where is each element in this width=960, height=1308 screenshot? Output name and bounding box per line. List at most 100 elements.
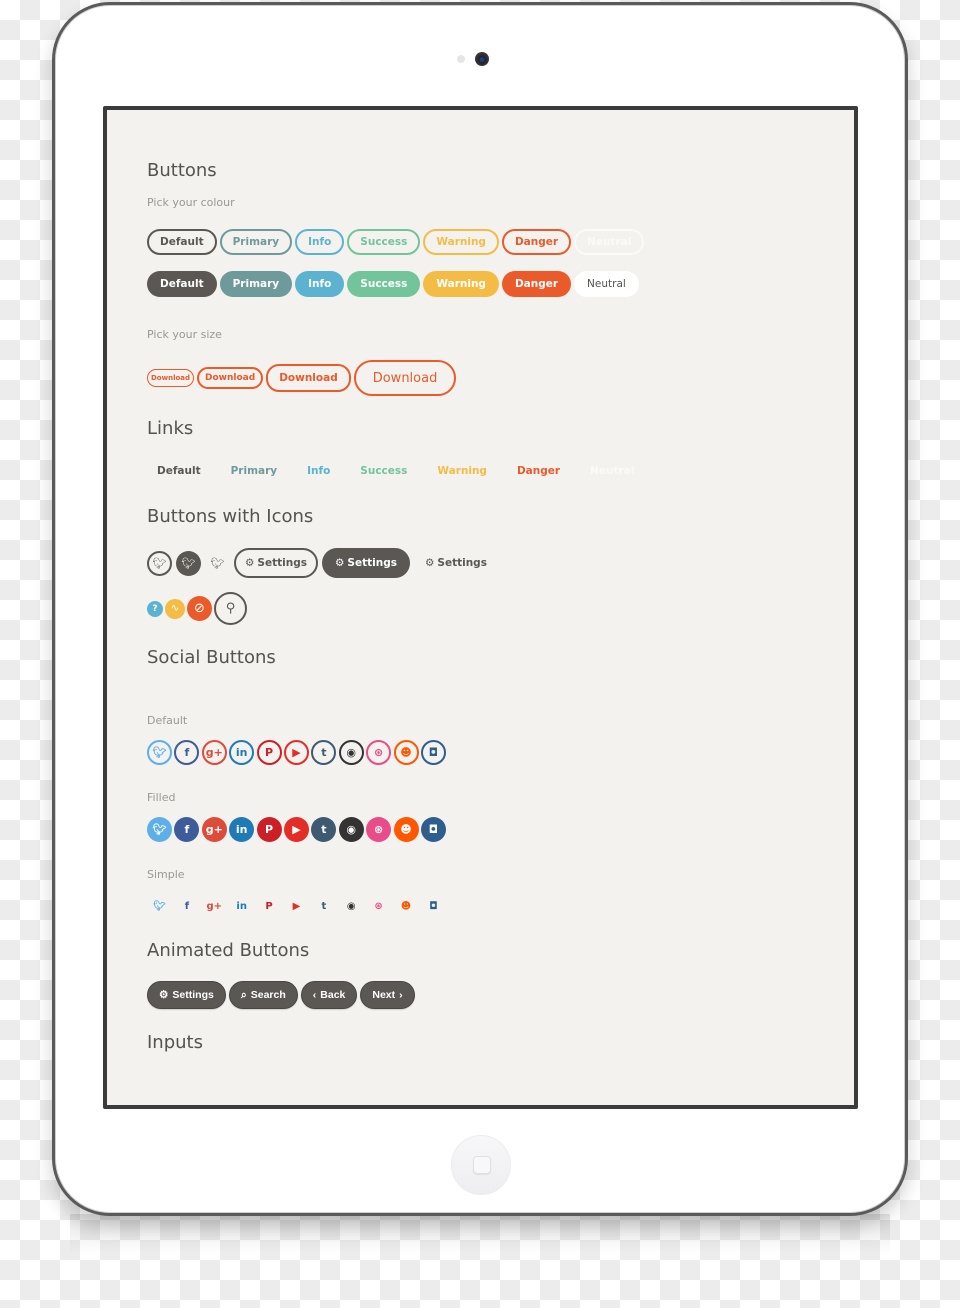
reddit-outline-button[interactable]: ☻	[393, 740, 419, 765]
pulse-button[interactable]: ∿	[165, 598, 185, 619]
link-neutral[interactable]: Neutral	[590, 465, 634, 477]
download-button-md[interactable]: Download	[266, 364, 351, 392]
twitter-plain-button[interactable]: 🐦︎	[205, 551, 230, 576]
section-title-links: Links	[147, 418, 194, 439]
google-plus-filled-button[interactable]: g+	[201, 817, 227, 842]
tumblr-filled-button[interactable]: t	[311, 817, 337, 842]
question-button[interactable]: ?	[147, 600, 163, 617]
danger-outline-button[interactable]: Danger	[501, 229, 572, 255]
facebook-simple-button[interactable]: f	[174, 898, 199, 914]
gear-icon: ⚙	[245, 557, 255, 569]
github-filled-button[interactable]: ◉	[338, 817, 364, 842]
chat-button[interactable]: ⚲	[214, 592, 247, 625]
youtube-outline-button[interactable]: ▶	[283, 740, 309, 765]
github-icon: ◉	[346, 900, 356, 912]
default-outline-button[interactable]: Default	[147, 229, 217, 255]
neutral-outline-button[interactable]: Neutral	[574, 229, 645, 255]
neutral-solid-button[interactable]: Neutral	[574, 271, 639, 297]
download-button-sm[interactable]: Download	[197, 367, 264, 389]
home-square-icon	[473, 1156, 491, 1174]
primary-solid-button[interactable]: Primary	[219, 271, 293, 297]
settings-outline-button[interactable]: ⚙ Settings	[234, 548, 318, 578]
twitter-filled-button[interactable]: 🐦︎	[147, 817, 172, 842]
link-default[interactable]: Default	[157, 465, 201, 477]
github-simple-button[interactable]: ◉	[339, 898, 364, 914]
dribbble-simple-button[interactable]: ⊛	[366, 898, 391, 914]
linkedin-filled-button[interactable]: in	[229, 817, 255, 842]
youtube-filled-button[interactable]: ▶	[283, 817, 309, 842]
instagram-filled-button[interactable]: ◘	[420, 817, 446, 842]
dribbble-icon: ⊛	[374, 900, 383, 912]
twitter-outline-button[interactable]: 🐦︎	[147, 550, 172, 576]
linkedin-icon: in	[235, 746, 248, 759]
github-outline-button[interactable]: ◉	[338, 740, 364, 765]
google-plus-outline-button[interactable]: g+	[201, 740, 227, 765]
twitter-simple-button[interactable]: 🐦︎	[147, 898, 172, 914]
reddit-icon: ☻	[400, 746, 412, 759]
youtube-simple-button[interactable]: ▶	[284, 898, 309, 914]
settings-solid-button[interactable]: ⚙ Settings	[321, 548, 410, 578]
round-icon-row: ? ∿ ⊘ ⚲	[147, 592, 247, 625]
warning-outline-button[interactable]: Warning	[423, 229, 499, 255]
linkedin-icon: in	[235, 823, 248, 836]
tumblr-outline-button[interactable]: t	[311, 740, 337, 765]
tumblr-simple-button[interactable]: t	[311, 898, 336, 914]
link-info[interactable]: Info	[307, 465, 330, 477]
dribbble-filled-button[interactable]: ⊛	[366, 817, 392, 842]
instagram-simple-button[interactable]: ◘	[421, 898, 446, 914]
ban-button[interactable]: ⊘	[187, 596, 212, 621]
next-animated-button[interactable]: Next ›	[360, 981, 415, 1009]
info-solid-button[interactable]: Info	[295, 271, 345, 297]
camera-icon	[475, 52, 489, 66]
pinterest-filled-button[interactable]: P	[256, 817, 282, 842]
github-icon: ◉	[346, 823, 357, 836]
facebook-icon: f	[184, 746, 190, 759]
social-default-label: Default	[147, 714, 188, 727]
social-filled-label: Filled	[147, 791, 176, 804]
google-plus-simple-button[interactable]: g+	[202, 898, 227, 914]
danger-solid-button[interactable]: Danger	[501, 271, 572, 297]
facebook-outline-button[interactable]: f	[174, 740, 200, 765]
download-button-lg[interactable]: Download	[353, 360, 457, 396]
default-solid-button[interactable]: Default	[147, 271, 217, 297]
twitter-icon: 🐦︎	[153, 900, 166, 912]
youtube-icon: ▶	[292, 746, 301, 759]
pinterest-icon: P	[265, 746, 274, 759]
success-solid-button[interactable]: Success	[347, 271, 421, 297]
reddit-simple-button[interactable]: ☻	[394, 898, 419, 914]
gear-icon: ⚙	[159, 989, 169, 1001]
light-sensor	[457, 55, 465, 63]
dribbble-icon: ⊛	[374, 823, 384, 836]
social-outline-row: 🐦︎ f g+ in P ▶ t ◉ ⊛ ☻ ◘	[147, 740, 448, 765]
twitter-icon: 🐦︎	[152, 823, 167, 836]
pinterest-simple-button[interactable]: P	[257, 898, 282, 914]
link-warning[interactable]: Warning	[437, 465, 487, 477]
linkedin-outline-button[interactable]: in	[229, 740, 255, 765]
linkedin-simple-button[interactable]: in	[229, 898, 254, 914]
download-button-xs[interactable]: Download	[147, 369, 195, 387]
instagram-icon: ◘	[428, 746, 439, 759]
link-primary[interactable]: Primary	[231, 465, 278, 477]
home-button[interactable]	[451, 1135, 511, 1195]
google-plus-icon: g+	[205, 823, 223, 836]
section-title-icon-buttons: Buttons with Icons	[147, 506, 314, 527]
twitter-solid-button[interactable]: 🐦︎	[176, 550, 201, 576]
facebook-filled-button[interactable]: f	[174, 817, 200, 842]
search-animated-button[interactable]: ⌕ Search	[228, 981, 298, 1009]
reddit-filled-button[interactable]: ☻	[393, 817, 419, 842]
google-plus-icon: g+	[205, 746, 223, 759]
settings-plain-button[interactable]: ⚙ Settings	[414, 548, 498, 578]
warning-solid-button[interactable]: Warning	[423, 271, 499, 297]
info-outline-button[interactable]: Info	[295, 229, 345, 255]
primary-outline-button[interactable]: Primary	[219, 229, 293, 255]
pinterest-outline-button[interactable]: P	[256, 740, 282, 765]
settings-animated-button[interactable]: ⚙ Settings	[147, 981, 226, 1009]
back-animated-button[interactable]: ‹ Back	[300, 981, 358, 1009]
link-danger[interactable]: Danger	[517, 465, 560, 477]
twitter-outline-button[interactable]: 🐦︎	[147, 740, 172, 765]
instagram-outline-button[interactable]: ◘	[420, 740, 446, 765]
success-outline-button[interactable]: Success	[347, 229, 421, 255]
link-success[interactable]: Success	[360, 465, 407, 477]
dribbble-outline-button[interactable]: ⊛	[366, 740, 392, 765]
animated-button-label: Settings	[172, 989, 214, 1001]
